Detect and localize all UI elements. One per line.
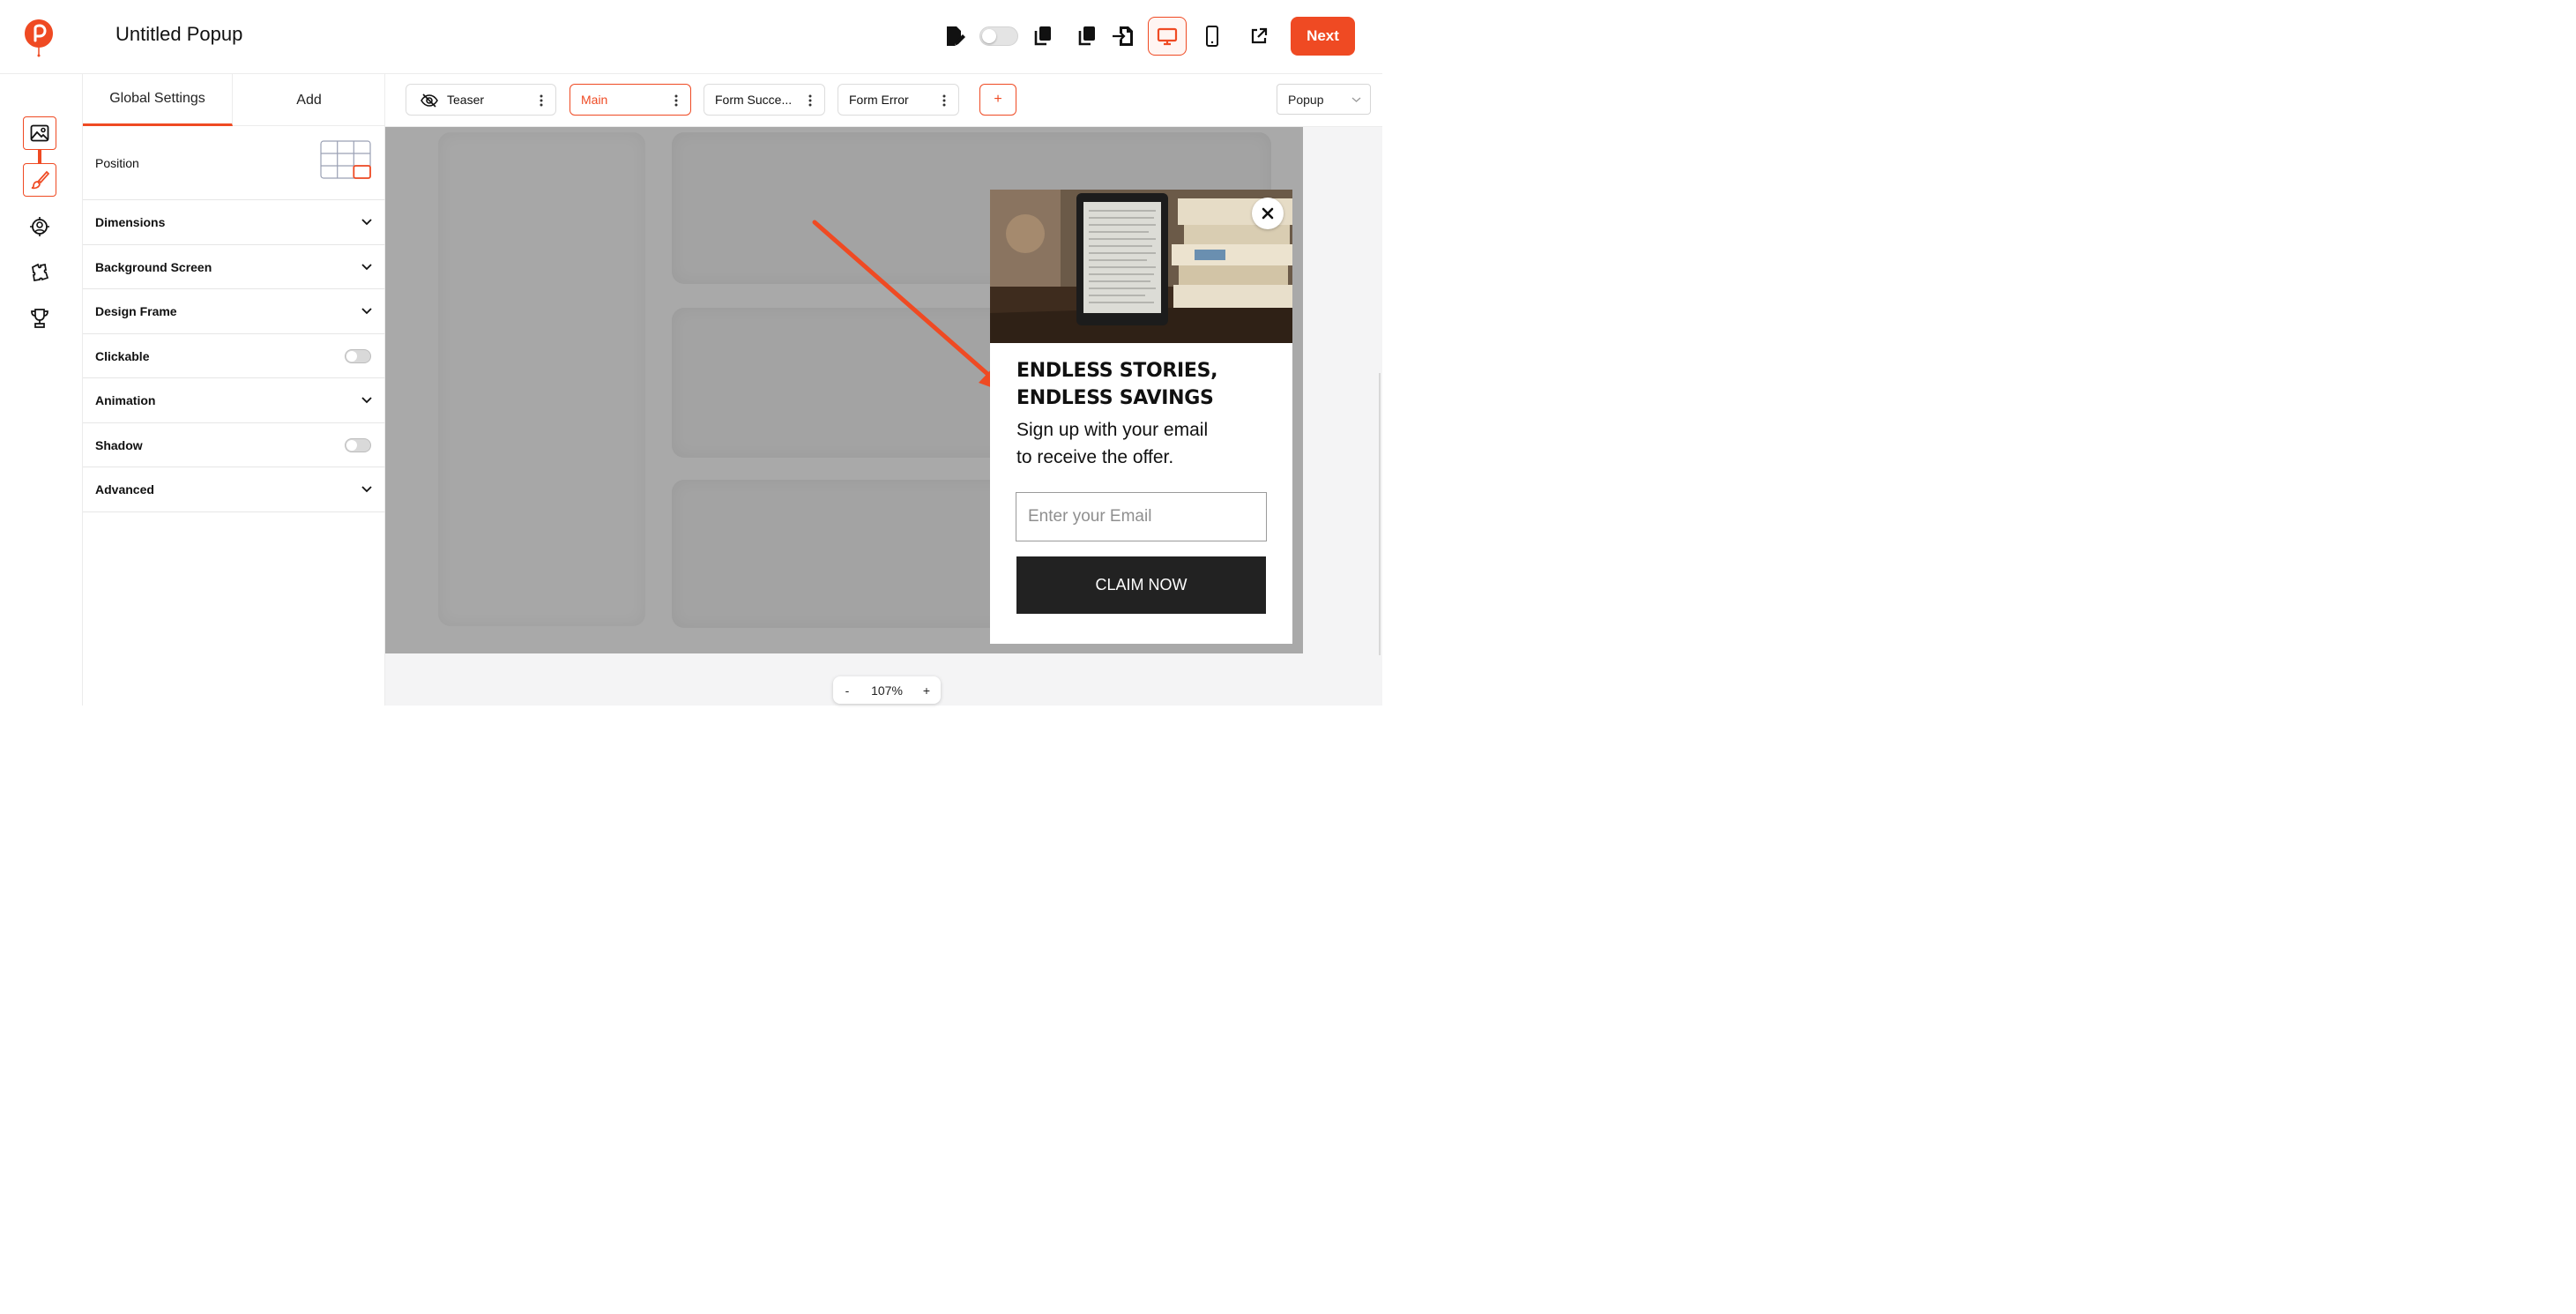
duplicate-icon[interactable] xyxy=(1070,19,1104,53)
shadow-toggle[interactable] xyxy=(345,437,371,452)
advanced-label: Advanced xyxy=(95,482,154,496)
zoom-in-button[interactable]: + xyxy=(912,683,941,698)
position-grid-selector[interactable] xyxy=(320,140,371,179)
chevron-down-icon xyxy=(361,219,372,226)
app-logo-icon[interactable] xyxy=(23,18,55,58)
claim-now-button[interactable]: CLAIM NOW xyxy=(1016,556,1266,614)
kebab-menu-icon[interactable] xyxy=(674,94,678,107)
step-bar: Teaser Main Form Succe... Form Error + P… xyxy=(385,74,1382,127)
zoom-control: - 107% + xyxy=(833,676,941,704)
eye-off-icon xyxy=(421,93,438,108)
left-rail xyxy=(0,74,83,706)
settings-panel: Global Settings Add Position Dimensions … xyxy=(83,74,385,706)
panel-tabs: Global Settings Add xyxy=(83,74,385,126)
import-icon[interactable] xyxy=(1106,19,1140,53)
dimensions-row[interactable]: Dimensions xyxy=(83,200,385,245)
clickable-label: Clickable xyxy=(95,348,150,363)
copy-icon[interactable] xyxy=(1026,19,1060,53)
clickable-toggle[interactable] xyxy=(345,348,371,363)
external-link-icon[interactable] xyxy=(1242,19,1276,53)
top-bar: Untitled Popup Next xyxy=(0,0,1382,74)
popup-preview[interactable]: ENDLESS STORIES, ENDLESS SAVINGS Sign up… xyxy=(990,190,1292,644)
zoom-level: 107% xyxy=(871,683,903,698)
animation-label: Animation xyxy=(95,393,156,407)
shadow-label: Shadow xyxy=(95,437,143,452)
step-label: Main xyxy=(581,93,608,107)
headline-line: ENDLESS SAVINGS xyxy=(1016,387,1214,409)
chevron-down-icon xyxy=(1351,97,1361,102)
editor-canvas: ENDLESS STORIES, ENDLESS SAVINGS Sign up… xyxy=(385,127,1382,706)
step-form-success[interactable]: Form Succe... xyxy=(704,84,825,116)
popup-title[interactable]: Untitled Popup xyxy=(115,23,242,46)
clickable-row: Clickable xyxy=(83,334,385,378)
kebab-menu-icon[interactable] xyxy=(942,94,946,107)
chevron-down-icon xyxy=(361,397,372,404)
display-type-value: Popup xyxy=(1288,92,1324,107)
kebab-menu-icon[interactable] xyxy=(540,94,543,107)
brush-tool-icon[interactable] xyxy=(23,163,56,197)
zoom-out-button[interactable]: - xyxy=(833,683,861,698)
desktop-view-icon[interactable] xyxy=(1148,17,1187,56)
tab-global-settings[interactable]: Global Settings xyxy=(83,74,233,126)
subtext-line: to receive the offer. xyxy=(1016,447,1174,467)
tab-add[interactable]: Add xyxy=(233,74,385,126)
close-icon[interactable] xyxy=(1252,198,1284,229)
blurred-block xyxy=(438,132,645,626)
popup-headline[interactable]: ENDLESS STORIES, ENDLESS SAVINGS xyxy=(1016,357,1281,412)
email-field[interactable] xyxy=(1016,492,1267,541)
scrollbar[interactable] xyxy=(1379,373,1381,655)
image-tool-icon[interactable] xyxy=(23,116,56,150)
position-row: Position xyxy=(83,126,385,200)
design-frame-label: Design Frame xyxy=(95,304,177,318)
targeting-icon[interactable] xyxy=(23,210,56,243)
subtext-line: Sign up with your email xyxy=(1016,420,1209,440)
display-type-select[interactable]: Popup xyxy=(1277,84,1371,115)
mobile-view-icon[interactable] xyxy=(1195,19,1229,53)
step-form-error[interactable]: Form Error xyxy=(838,84,959,116)
goals-trophy-icon[interactable] xyxy=(23,302,56,335)
popup-editor: Untitled Popup Next Global Settings Add … xyxy=(0,0,1382,706)
site-preview-overlay: ENDLESS STORIES, ENDLESS SAVINGS Sign up… xyxy=(385,127,1303,653)
background-screen-row[interactable]: Background Screen xyxy=(83,245,385,289)
rail-connector xyxy=(38,150,41,164)
edit-document-icon[interactable] xyxy=(937,19,971,53)
design-frame-row[interactable]: Design Frame xyxy=(83,289,385,334)
kebab-menu-icon[interactable] xyxy=(808,94,812,107)
chevron-down-icon xyxy=(361,308,372,315)
popup-subtext[interactable]: Sign up with your email to receive the o… xyxy=(1016,416,1281,471)
advanced-row[interactable]: Advanced xyxy=(83,467,385,512)
chevron-down-icon xyxy=(361,486,372,493)
preview-toggle[interactable] xyxy=(979,26,1018,46)
next-button[interactable]: Next xyxy=(1291,17,1355,56)
dimensions-label: Dimensions xyxy=(95,215,166,229)
chevron-down-icon xyxy=(361,263,372,270)
add-step-button[interactable]: + xyxy=(979,84,1016,116)
position-label: Position xyxy=(95,155,139,170)
headline-line: ENDLESS STORIES, xyxy=(1016,360,1218,382)
shadow-row: Shadow xyxy=(83,423,385,467)
step-main[interactable]: Main xyxy=(570,84,691,116)
background-screen-label: Background Screen xyxy=(95,259,212,274)
ereader-books-image xyxy=(990,190,1292,343)
integrations-puzzle-icon[interactable] xyxy=(23,256,56,289)
animation-row[interactable]: Animation xyxy=(83,378,385,423)
step-teaser[interactable]: Teaser xyxy=(406,84,556,116)
step-label: Teaser xyxy=(447,93,485,107)
step-label: Form Error xyxy=(849,93,909,107)
step-label: Form Succe... xyxy=(715,93,793,107)
